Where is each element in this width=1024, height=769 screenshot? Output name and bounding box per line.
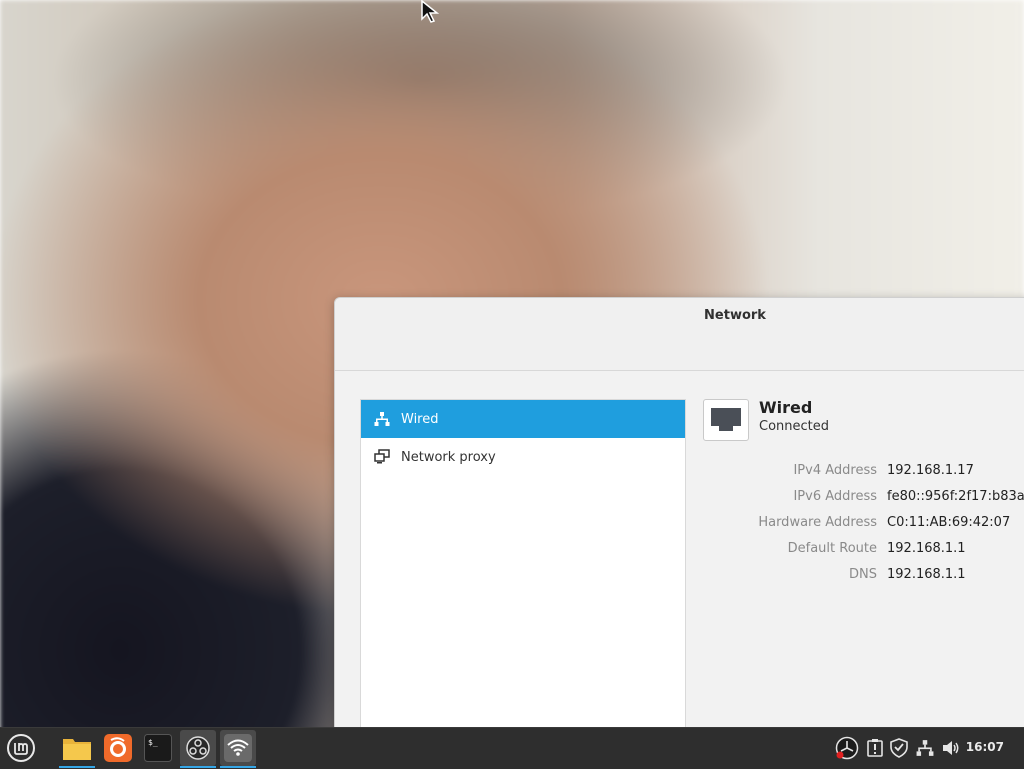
svg-text:$_: $_ [148,738,158,747]
connection-status: Connected [759,419,830,434]
obs-icon [186,736,210,760]
info-label: DNS [849,566,877,582]
device-name: Wired [759,398,813,417]
updates-icon [867,739,883,757]
firefox-launcher[interactable] [100,730,136,766]
clock[interactable]: 16:07 [966,740,1004,754]
obs-tray-icon [835,736,859,760]
info-row-default-route: Default Route 192.168.1.1 [703,535,1024,561]
sidebar-item-label: Network proxy [401,449,496,465]
sidebar-item-wired[interactable]: Wired [361,400,685,438]
info-value: 192.168.1.17 [887,462,974,478]
update-manager-button[interactable] [863,736,887,760]
mint-menu-button[interactable] [3,730,39,766]
mint-menu-icon [7,734,35,762]
network-tray-icon [916,740,934,756]
wifi-icon [224,734,252,762]
info-value: 192.168.1.1 [887,566,966,582]
network-proxy-icon [373,448,391,466]
terminal-icon: $_ [144,734,172,762]
info-value: C0:11:AB:69:42:07 [887,514,1011,530]
sidebar-item-label: Wired [401,411,439,427]
network-tray-button[interactable] [913,736,937,760]
network-settings-window: Network Wired Network proxy Wired Connec… [334,297,1024,741]
info-row-dns: DNS 192.168.1.1 [703,561,1024,587]
network-sidebar: Wired Network proxy [360,399,686,741]
info-label: IPv4 Address [793,462,877,478]
window-titlebar[interactable]: Network [335,298,1024,371]
terminal-launcher[interactable]: $_ [140,730,176,766]
taskbar: $_ 16:07 [0,727,1024,769]
window-title: Network [704,308,766,323]
mouse-cursor-icon [421,0,439,23]
info-value: 192.168.1.1 [887,540,966,556]
sidebar-item-network-proxy[interactable]: Network proxy [361,438,685,476]
volume-icon [943,741,959,755]
device-header: Wired Connected [703,399,1024,441]
info-row-hardware-address: Hardware Address C0:11:AB:69:42:07 [703,509,1024,535]
obs-window-button[interactable] [180,730,216,768]
info-table: IPv4 Address 192.168.1.17 IPv6 Address f… [703,457,1024,587]
volume-button[interactable] [939,736,963,760]
connection-details: Wired Connected IPv4 Address 192.168.1.1… [703,399,1024,587]
file-manager-icon [63,739,91,760]
info-row-ipv6: IPv6 Address fe80::956f:2f17:b83a:3 [703,483,1024,509]
obs-tray-button[interactable] [835,736,859,760]
security-button[interactable] [887,736,911,760]
firefox-icon [104,734,132,762]
info-row-ipv4: IPv4 Address 192.168.1.17 [703,457,1024,483]
ethernet-port-icon [703,399,749,441]
info-label: Default Route [787,540,877,556]
info-label: IPv6 Address [793,488,877,504]
info-label: Hardware Address [758,514,877,530]
network-settings-window-button[interactable] [220,730,256,768]
wired-network-icon [373,410,391,428]
info-value: fe80::956f:2f17:b83a:3 [887,488,1024,504]
file-manager-launcher[interactable] [59,730,95,768]
shield-icon [890,738,908,758]
